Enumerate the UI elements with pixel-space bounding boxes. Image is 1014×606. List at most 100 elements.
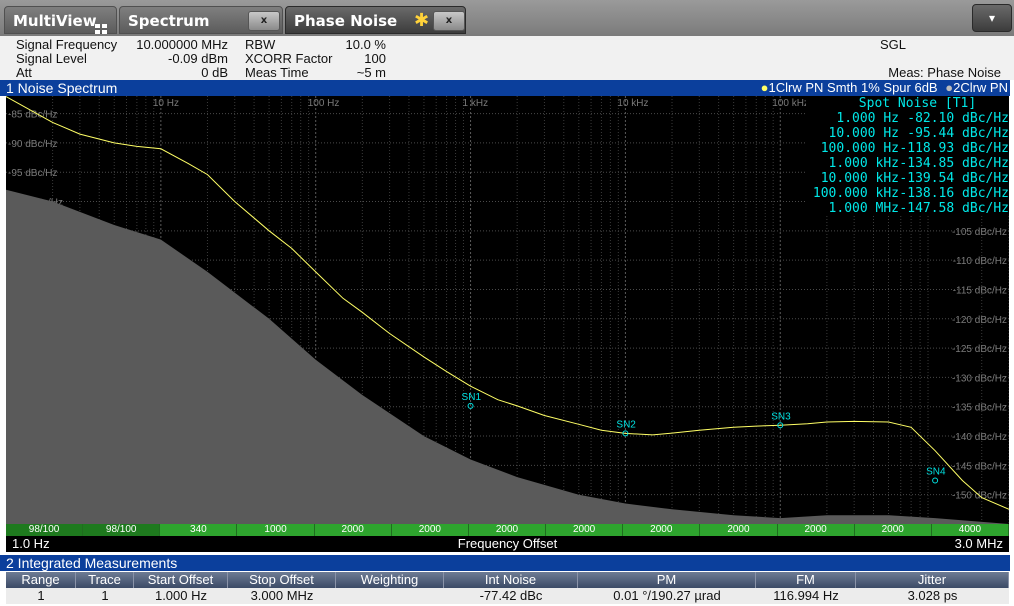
table-cell: 1 (37, 588, 45, 603)
signal-frequency-value: 10.000000 MHz (136, 37, 228, 52)
table-column-header: Jitter (856, 572, 1009, 588)
spot-noise-value: -138.16 dBc/Hz (899, 186, 1009, 201)
spot-noise-row: 10.000 kHz -139.54 dBc/Hz (806, 171, 1009, 186)
y-tick-label-right: -120 dBc/Hz (952, 315, 1007, 326)
table-column-header: Range (6, 572, 76, 588)
y-tick-label-right: -105 dBc/Hz (952, 227, 1007, 238)
spot-noise-row: 1.000 kHz -134.85 dBc/Hz (806, 156, 1009, 171)
rbw-cell: 2000 (700, 524, 778, 536)
y-tick-label-right: -140 dBc/Hz (952, 432, 1007, 443)
table-cell: -77.42 dBc (479, 588, 543, 603)
rbw-cell: 98/100 (6, 524, 84, 536)
table-column-header: Stop Offset (228, 572, 336, 588)
table-column-header: FM (756, 572, 856, 588)
signal-frequency-label: Signal Frequency (16, 37, 118, 52)
rbw-cell: 2000 (623, 524, 701, 536)
trace2-dot-icon: ● (945, 80, 954, 95)
measurement-info-panel: Signal Frequency 10.000000 MHz Signal Le… (0, 36, 1014, 80)
x-tick-label: 100 kHz (772, 98, 809, 109)
dropdown-menu-button[interactable]: ▾ (972, 4, 1012, 32)
marker-label: SN3 (771, 411, 791, 422)
table-column-header: Trace (76, 572, 134, 588)
tab-spectrum[interactable]: Spectrum x (119, 6, 283, 34)
tab-multiview[interactable]: MultiView (4, 6, 117, 34)
tab-spectrum-label: Spectrum (128, 12, 210, 30)
trace-legend: ●1Clrw PN Smth 1% Spur 6dB ●2Clrw PN (761, 80, 1008, 96)
spot-noise-offset: 1.000 Hz (836, 111, 899, 126)
y-tick-label-right: -130 dBc/Hz (952, 373, 1007, 384)
spot-noise-offset: 1.000 MHz (828, 201, 899, 216)
table-column-header: Start Offset (134, 572, 228, 588)
att-label: Att (16, 65, 32, 80)
spot-noise-offset: 100.000 kHz (812, 186, 899, 201)
noise-spectrum-plot[interactable]: 10 Hz 100 Hz 1 kHz 10 kHz 100 kHz -85 dBc/Hz -… (6, 96, 1009, 524)
table-cell (336, 588, 444, 604)
y-tick-label-right: -125 dBc/Hz (952, 344, 1007, 355)
tab-bar: MultiView Spectrum x Phase Noise ✱ x ▾ (0, 0, 1014, 36)
meas-time-value: ~5 m (356, 65, 386, 80)
meas-time-label: Meas Time (245, 65, 309, 80)
spot-noise-value: -139.54 dBc/Hz (899, 171, 1009, 186)
signal-level-label: Signal Level (16, 51, 87, 66)
chevron-down-icon: ▾ (988, 11, 996, 25)
spot-noise-value: -95.44 dBc/Hz (907, 126, 1009, 141)
integrated-measurements-title: 2 Integrated Measurements (6, 555, 178, 571)
signal-level-value: -0.09 dBm (168, 51, 228, 66)
noise-spectrum-title-bar: 1 Noise Spectrum ●1Clrw PN Smth 1% Spur … (0, 80, 1010, 96)
spot-noise-title: Spot Noise [T1] (858, 96, 977, 111)
table-column-header: PM (578, 572, 756, 588)
noise-spectrum-title: 1 Noise Spectrum (6, 80, 118, 96)
noise-floor-area (6, 189, 1009, 524)
table-cell: 1.000 Hz (154, 588, 208, 603)
xcorr-label: XCORR Factor (245, 51, 333, 66)
tab-multiview-label: MultiView (13, 12, 97, 30)
marker-label: SN1 (462, 392, 482, 403)
x-tick-label: 10 kHz (617, 98, 648, 109)
integrated-table-header: Range Trace Start Offset Stop Offset Weighti… (6, 572, 1009, 588)
table-column-header: Int Noise (444, 572, 578, 588)
table-cell: 0.01 °/190.27 µrad (613, 588, 721, 603)
marker-point (932, 477, 939, 484)
spot-noise-value: -147.58 dBc/Hz (899, 201, 1009, 216)
y-tick-label-left: -95 dBc/Hz (8, 168, 57, 179)
spot-noise-table: Spot Noise [T1] 1.000 Hz -82.10 dBc/Hz 10.… (806, 96, 1009, 216)
axis-label: Frequency Offset (457, 536, 558, 551)
rbw-cell: 2000 (546, 524, 624, 536)
rbw-cell: 2000 (469, 524, 547, 536)
rbw-bar: 98/100 98/100 340 1000 2000 2000 2000 2000 2000 2… (6, 524, 1009, 536)
rbw-cell: 4000 (932, 524, 1009, 536)
y-tick-label-right: -115 dBc/Hz (953, 285, 1007, 296)
tab-phase-noise[interactable]: Phase Noise ✱ x (285, 6, 466, 34)
sweep-mode: SGL (880, 37, 907, 52)
rbw-cell: 2000 (315, 524, 392, 536)
table-cell: 3.028 ps (907, 588, 958, 603)
asterisk-icon: ✱ (414, 10, 430, 31)
trace1-dot-icon: ● (760, 80, 769, 95)
marker-label: SN4 (926, 466, 946, 477)
spot-noise-row: 10.000 Hz -95.44 dBc/Hz (806, 126, 1009, 141)
rbw-cell: 340 (160, 524, 238, 536)
close-icon[interactable]: x (248, 11, 280, 31)
x-tick-label: 1 kHz (463, 98, 489, 109)
x-tick-label: 10 Hz (153, 98, 179, 109)
rbw-cell: 98/100 (83, 524, 161, 536)
close-icon[interactable]: x (433, 11, 465, 31)
meas-label: Meas: Phase Noise (888, 65, 1001, 80)
rbw-cell: 2000 (855, 524, 932, 536)
spot-noise-row: 1.000 MHz -147.58 dBc/Hz (806, 201, 1009, 216)
rbw-cell: 2000 (392, 524, 469, 536)
tab-phase-noise-label: Phase Noise (294, 12, 398, 30)
frequency-axis-footer: 1.0 Hz Frequency Offset 3.0 MHz (6, 536, 1009, 552)
x-tick-label: 100 Hz (308, 98, 340, 109)
table-cell: 1 (101, 588, 109, 603)
spot-noise-offset: 100.000 Hz (820, 141, 899, 156)
table-row[interactable]: 1 1 1.000 Hz 3.000 MHz -77.42 dBc 0.01 °/190.… (6, 588, 1009, 604)
att-value: 0 dB (201, 65, 228, 80)
grid-icon (95, 15, 107, 34)
spot-noise-offset: 10.000 kHz (820, 171, 899, 186)
table-column-header: Weighting (336, 572, 444, 588)
spot-noise-row: 100.000 kHz -138.16 dBc/Hz (806, 186, 1009, 201)
y-tick-label-right: -110 dBc/Hz (953, 256, 1007, 267)
rbw-cell: 2000 (778, 524, 855, 536)
xcorr-value: 100 (364, 51, 386, 66)
